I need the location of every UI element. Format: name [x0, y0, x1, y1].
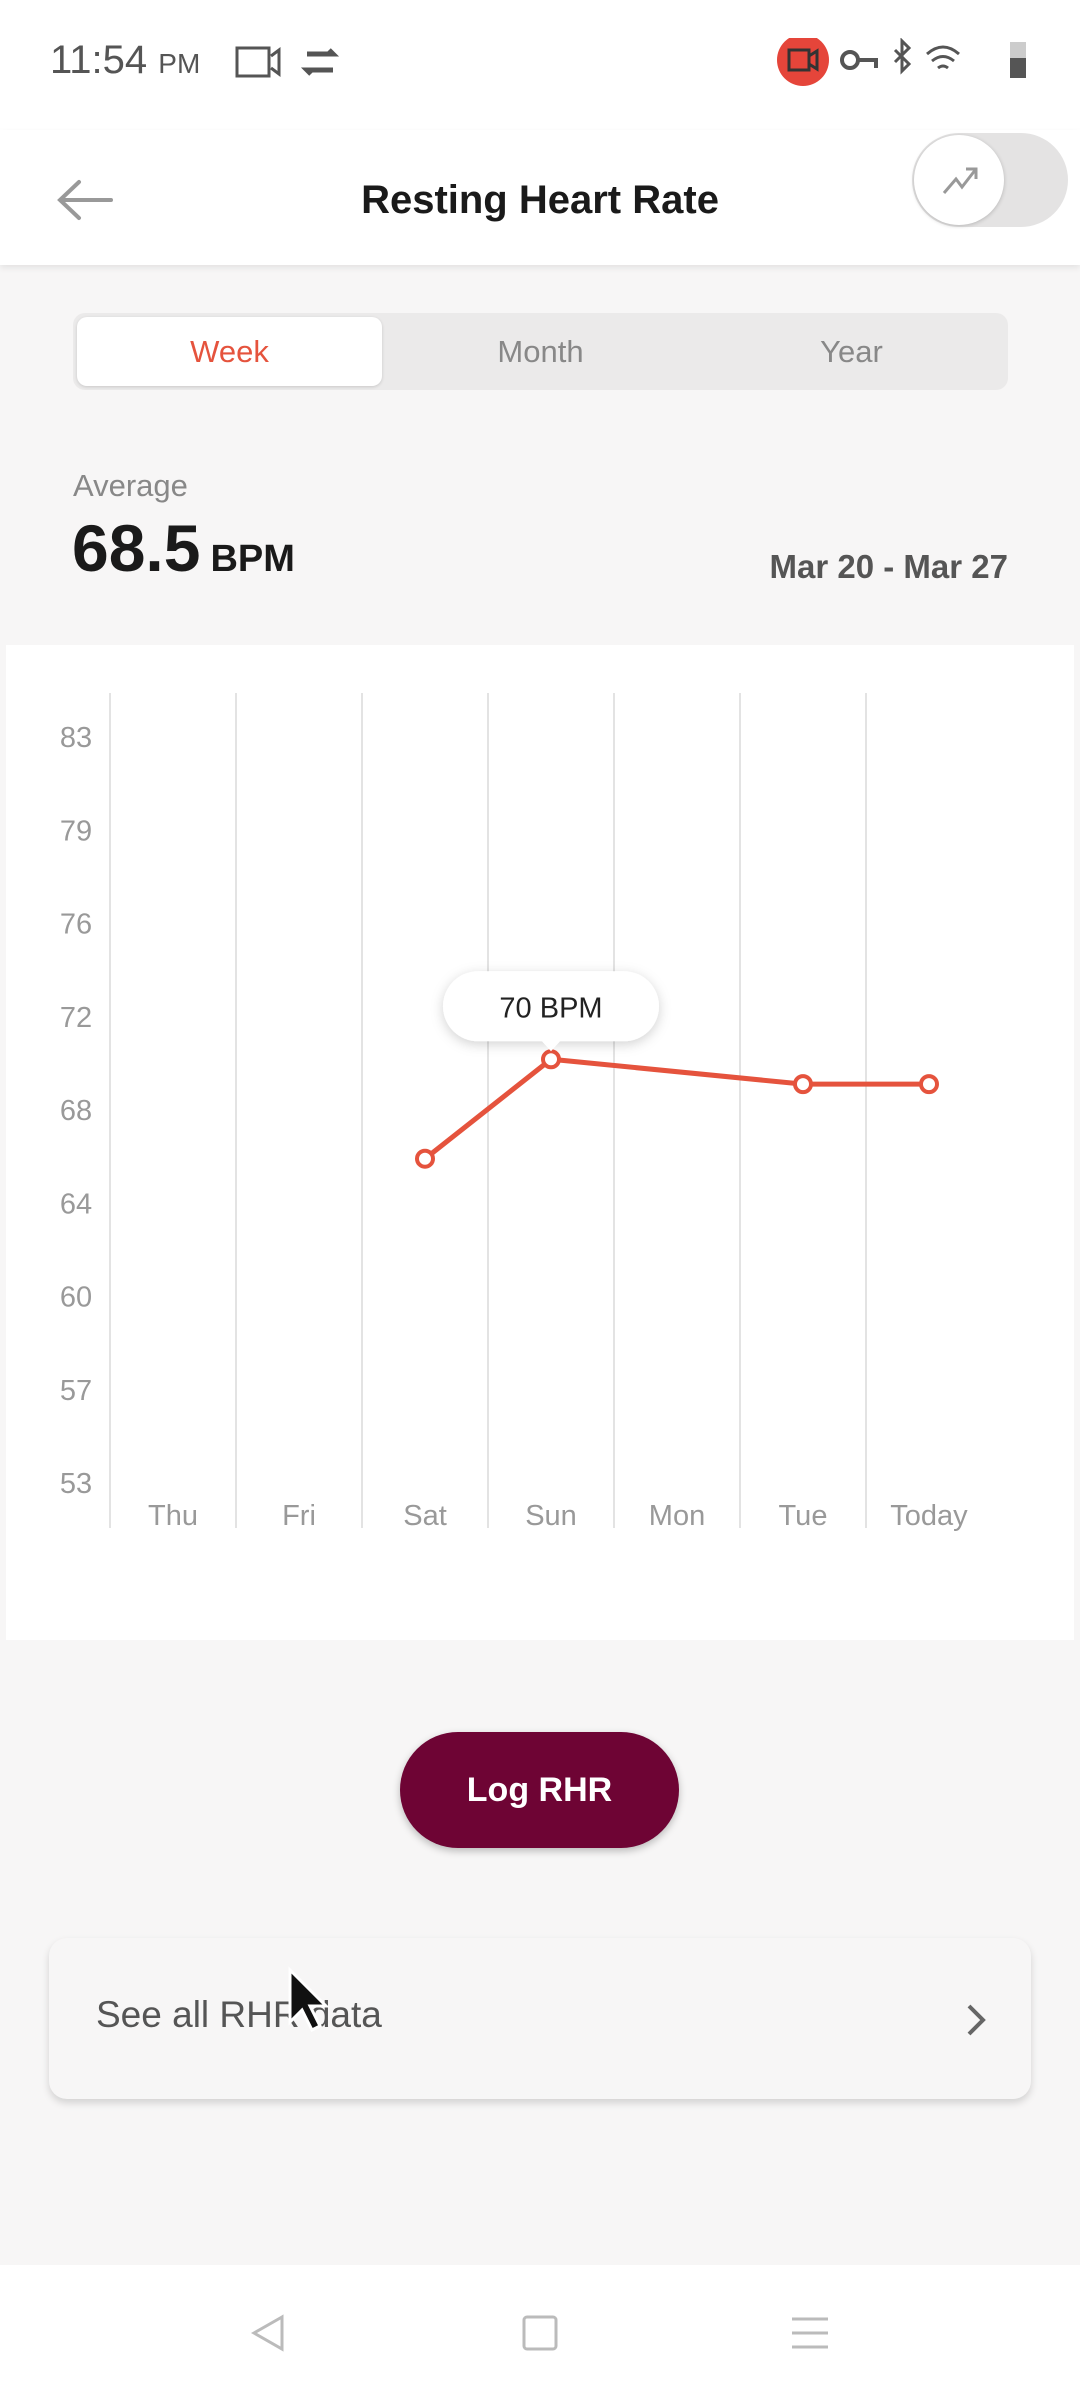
nav-menu-icon[interactable] — [790, 2315, 830, 2351]
period-tabs: Week Month Year — [73, 313, 1008, 390]
tooltip-pointer — [541, 1040, 561, 1052]
x-tick-label: Fri — [282, 1500, 316, 1532]
chart-toggle[interactable] — [912, 133, 1068, 227]
y-tick-label: 53 — [60, 1468, 92, 1500]
screen-record-icon — [235, 46, 340, 78]
data-line — [423, 1056, 929, 1161]
nav-back-icon[interactable] — [248, 2313, 288, 2353]
trend-icon — [942, 167, 978, 194]
y-tick-label: 57 — [60, 1375, 92, 1407]
data-point — [793, 1074, 813, 1095]
y-tick-label: 64 — [60, 1188, 92, 1220]
nav-home-icon[interactable] — [522, 2315, 558, 2351]
y-tick-label: 76 — [60, 909, 92, 941]
average-unit: BPM — [210, 538, 295, 580]
heart-rate-chart[interactable]: Thu Fri Sat Sun Mon Tue Today 83 79 76 72 68 64 60 57 5… — [6, 645, 1074, 1640]
data-point — [919, 1074, 939, 1095]
x-tick-label: Sat — [403, 1500, 447, 1532]
x-tick-label: Tue — [779, 1500, 828, 1532]
data-point — [541, 1049, 561, 1070]
date-range: Mar 20 - Mar 27 — [769, 548, 1008, 585]
chart-card: Thu Fri Sat Sun Mon Tue Today 83 79 76 72 68 64 60 57 5… — [6, 645, 1074, 1640]
see-all-data-row[interactable]: See all RHR data — [49, 1938, 1031, 2099]
y-tick-label: 60 — [60, 1282, 92, 1314]
status-time: 11:54 PM — [50, 38, 201, 82]
tooltip-label: 70 BPM — [499, 992, 602, 1024]
data-point — [415, 1148, 435, 1169]
tab-month[interactable]: Month — [388, 317, 693, 386]
status-bar: 11:54 PM — [0, 0, 1080, 130]
y-tick-label: 68 — [60, 1095, 92, 1127]
average-number: 68.5 — [72, 511, 201, 585]
x-tick-label: Thu — [148, 1500, 198, 1532]
average-value: 68.5 BPM — [72, 510, 295, 586]
mouse-cursor-icon — [288, 1966, 330, 2033]
y-tick-label: 72 — [60, 1002, 92, 1034]
log-rhr-button[interactable]: Log RHR — [400, 1732, 679, 1848]
toggle-knob — [914, 135, 1004, 225]
x-tick-label: Today — [890, 1500, 968, 1532]
average-label: Average — [73, 468, 188, 503]
chevron-right-icon — [967, 2004, 986, 2036]
tab-year[interactable]: Year — [699, 317, 1004, 386]
system-nav-bar — [0, 2265, 1080, 2400]
x-tick-label: Sun — [525, 1500, 577, 1532]
y-tick-label: 79 — [60, 815, 92, 847]
y-tick-label: 83 — [60, 722, 92, 754]
tab-week[interactable]: Week — [77, 317, 382, 386]
see-all-label: See all RHR data — [96, 1994, 382, 2035]
x-tick-label: Mon — [649, 1500, 705, 1532]
status-icons — [777, 38, 1026, 86]
